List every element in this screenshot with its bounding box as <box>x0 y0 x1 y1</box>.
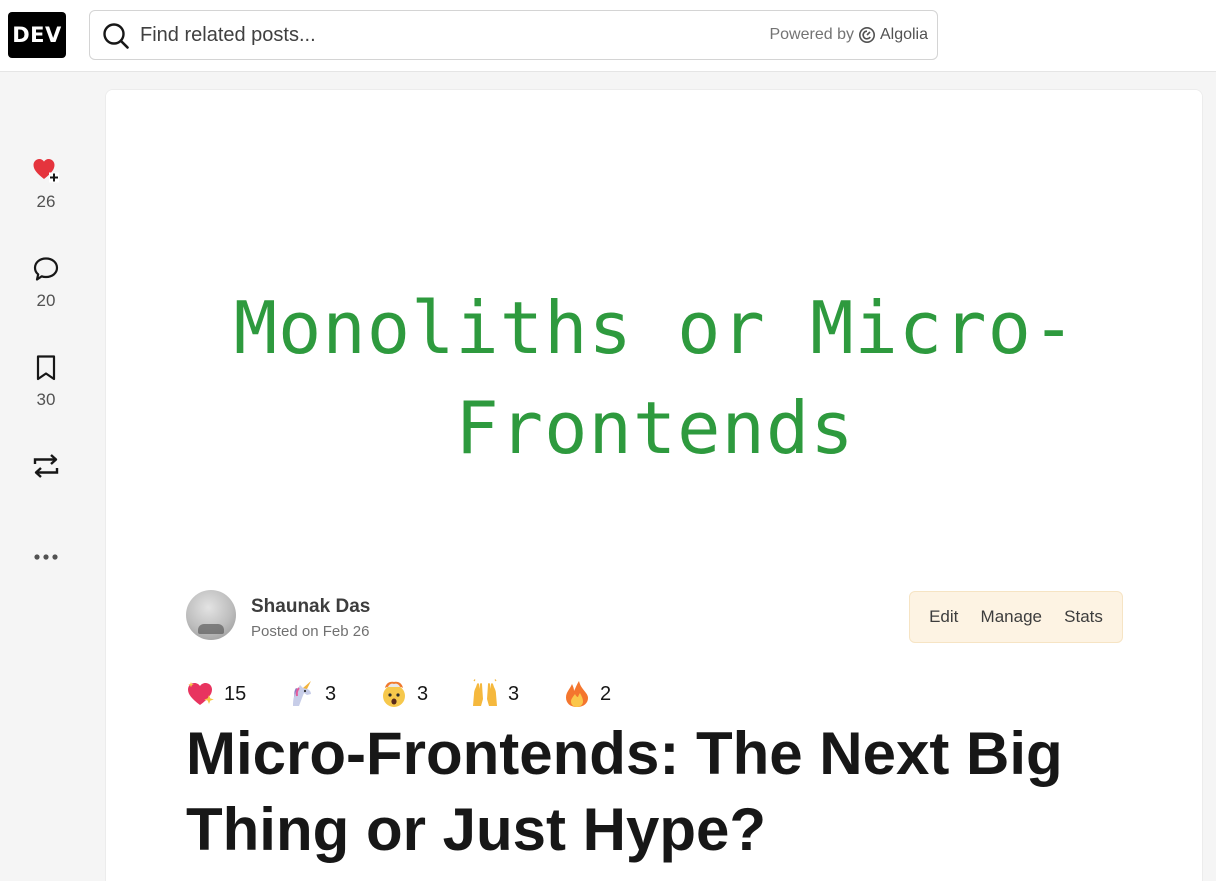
reaction-unicorn[interactable]: 3 <box>287 676 336 712</box>
cover-line-2: Frontends <box>455 386 855 470</box>
reaction-exploding-head[interactable]: 3 <box>379 676 428 712</box>
unicorn-icon <box>293 681 311 706</box>
repost-icon <box>33 454 59 478</box>
comment-icon <box>33 257 59 281</box>
author-actions: Edit Manage Stats <box>909 591 1123 643</box>
stats-button[interactable]: Stats <box>1060 601 1107 633</box>
share-button[interactable] <box>24 452 68 480</box>
bookmark-button[interactable]: 30 <box>24 354 68 410</box>
bookmark-count: 30 <box>36 390 56 409</box>
reaction-count: 3 <box>508 682 520 705</box>
top-bar: DEV Powered by Algolia <box>0 0 1216 72</box>
algolia-icon <box>858 27 875 43</box>
author-name[interactable]: Shaunak Das <box>251 596 370 618</box>
article-card: Monoliths or Micro- Frontends Shaunak Da… <box>105 89 1203 881</box>
like-button[interactable]: 26 <box>24 156 68 212</box>
reaction-raised-hands[interactable]: 3 <box>470 676 519 712</box>
search-icon <box>103 23 129 49</box>
fire-icon <box>566 681 588 707</box>
powered-by-label: Powered by <box>769 26 854 43</box>
more-options-button[interactable] <box>24 543 68 571</box>
like-count: 26 <box>36 192 56 211</box>
sparkle-heart-icon <box>188 682 214 705</box>
search-input[interactable] <box>140 19 740 51</box>
more-icon <box>34 554 58 560</box>
dev-logo[interactable]: DEV <box>8 12 66 58</box>
edit-button[interactable]: Edit <box>925 601 962 633</box>
exploding-head-icon <box>383 681 405 707</box>
powered-by-algolia[interactable]: Powered by Algolia <box>769 26 928 44</box>
manage-button[interactable]: Manage <box>977 601 1046 633</box>
algolia-label: Algolia <box>879 26 928 43</box>
bookmark-icon <box>36 355 56 381</box>
avatar[interactable] <box>186 590 236 640</box>
reaction-count: 15 <box>224 682 247 705</box>
search-box[interactable]: Powered by Algolia <box>89 10 938 60</box>
reaction-sparkle-heart[interactable]: 15 <box>186 676 246 712</box>
heart-plus-icon <box>33 159 59 183</box>
comment-count: 20 <box>36 291 56 310</box>
cover-line-1: Monoliths or Micro- <box>233 286 1077 370</box>
reaction-count: 3 <box>325 682 337 705</box>
posted-date: Posted on Feb 26 <box>251 623 370 640</box>
reaction-count: 2 <box>600 682 612 705</box>
cover-image: Monoliths or Micro- Frontends <box>106 90 1202 552</box>
cover-text: Monoliths or Micro- Frontends <box>106 278 1202 478</box>
reaction-fire[interactable]: 2 <box>562 676 611 712</box>
reaction-count: 3 <box>417 682 429 705</box>
comment-button[interactable]: 20 <box>24 255 68 311</box>
article-title: Micro-Frontends: The Next Big Thing or J… <box>186 720 1063 863</box>
raised-hands-icon <box>473 679 497 706</box>
